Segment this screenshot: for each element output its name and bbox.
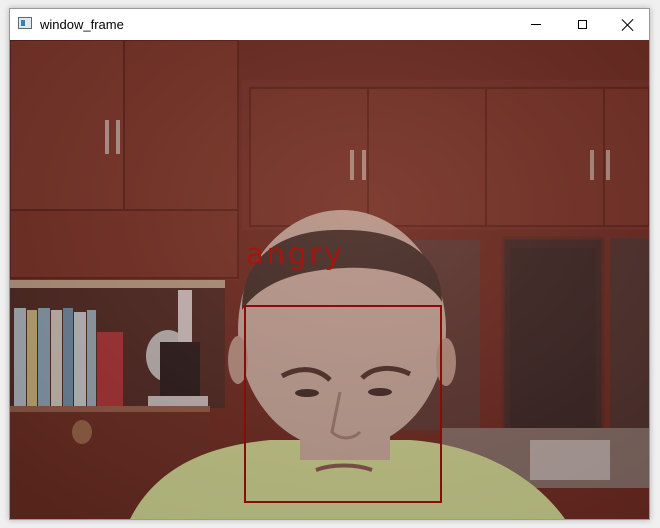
camera-frame: angry [10,40,649,519]
app-window: window_frame angry [9,8,650,520]
app-window-icon [18,17,32,29]
title-bar[interactable]: window_frame [10,9,649,40]
minimize-button[interactable] [513,9,559,40]
minimize-icon [531,24,541,25]
window-title: window_frame [40,17,124,32]
maximize-icon [577,20,587,29]
maximize-button[interactable] [559,9,605,40]
detection-label: angry [246,237,345,271]
face-bounding-box [244,305,442,503]
close-icon [622,19,634,31]
close-button[interactable] [605,9,651,40]
